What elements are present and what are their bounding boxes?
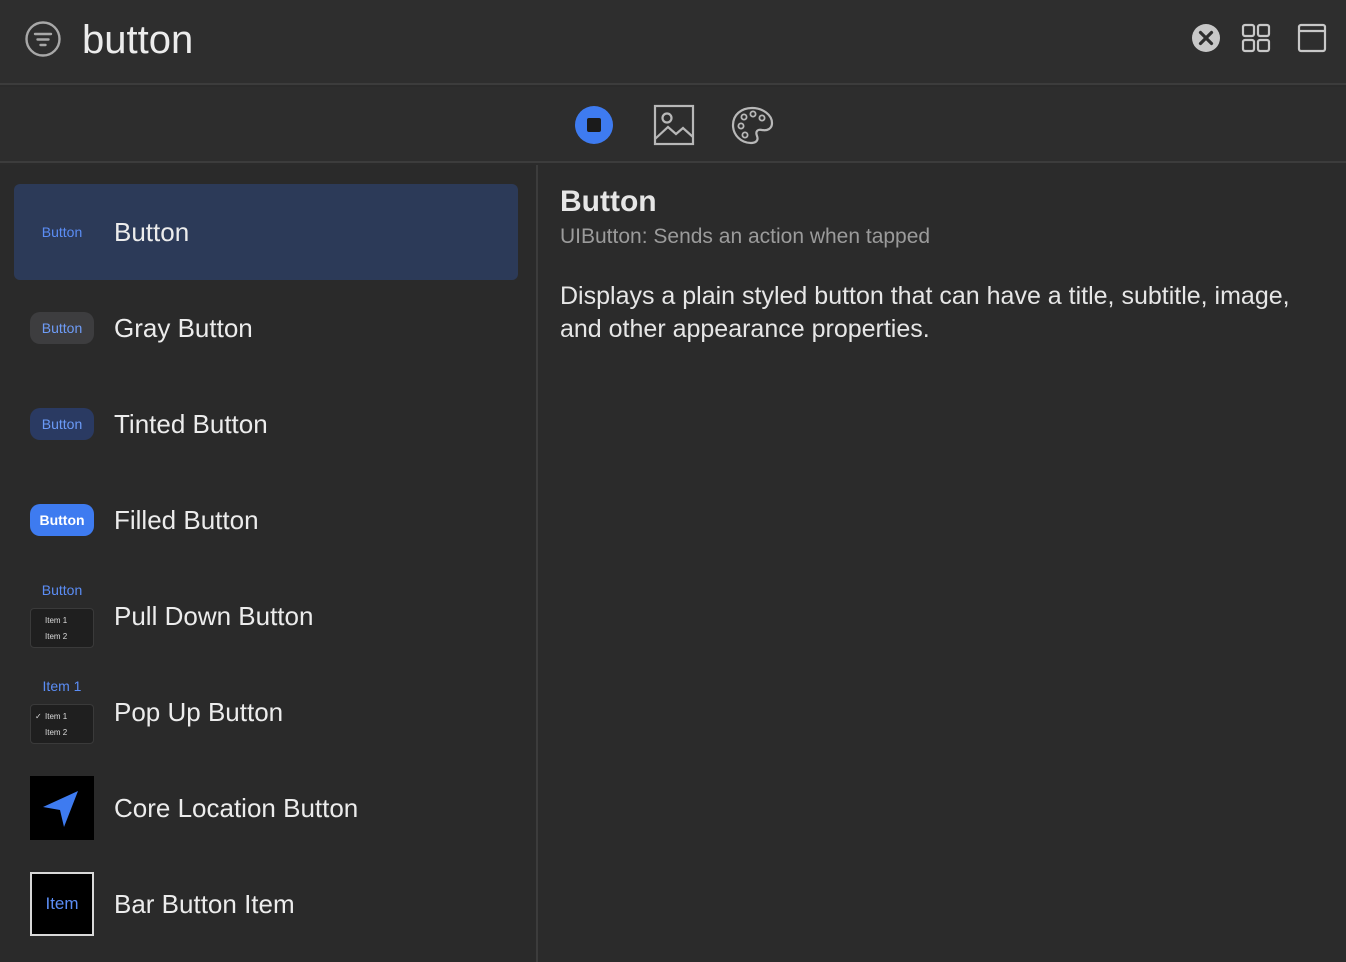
list-item-filled-button[interactable]: Button Filled Button [14, 472, 518, 568]
tinted-button-thumbnail: Button [30, 392, 94, 456]
objects-tab-icon[interactable] [572, 103, 616, 147]
detail-pane: Button UIButton: Sends an action when ta… [540, 165, 1346, 962]
checkmark-icon: ✓ [35, 712, 42, 721]
location-preview [30, 776, 94, 840]
colors-tab-icon[interactable] [730, 103, 774, 147]
gray-button-thumbnail: Button [30, 296, 94, 360]
list-item-label: Core Location Button [114, 793, 359, 823]
pull-down-title: Button [41, 582, 83, 598]
pop-up-button-thumbnail: Item 1 ✓ Item 1 Item 2 [30, 678, 94, 744]
list-item-label: Filled Button [114, 505, 259, 535]
gray-button-preview: Button [30, 312, 94, 344]
plain-button-preview: Button [41, 224, 83, 240]
menu-row: Item 1 [45, 616, 68, 625]
search-bar [0, 0, 1346, 85]
menu-row: Item 1 [45, 712, 68, 721]
list-item-pop-up-button[interactable]: Item 1 ✓ Item 1 Item 2 Pop Up Button [14, 664, 518, 760]
menu-row: Item 2 [45, 632, 68, 641]
list-item-label: Pop Up Button [114, 697, 284, 727]
detail-title: Button [560, 185, 657, 218]
list-item-bar-button-item[interactable]: Item Bar Button Item [14, 856, 518, 952]
library-window: Button Button Button Gray Button Button … [0, 0, 1346, 962]
bar-button-preview: Item [30, 872, 94, 936]
list-item-label: Bar Button Item [114, 889, 295, 919]
media-tab-icon[interactable] [652, 103, 696, 147]
list-item-tinted-button[interactable]: Button Tinted Button [14, 376, 518, 472]
core-location-thumbnail [30, 776, 94, 840]
pull-down-menu-preview: Item 1 Item 2 [30, 608, 94, 648]
grid-view-icon[interactable] [1240, 22, 1272, 54]
location-arrow-icon [43, 791, 78, 827]
detail-description: Displays a plain styled button that can … [560, 282, 1290, 343]
list-item-label: Gray Button [114, 313, 253, 343]
button-thumbnail: Button [30, 200, 94, 264]
window-icon[interactable] [1296, 22, 1328, 54]
clear-search-icon[interactable] [1190, 22, 1222, 54]
pop-up-title: Item 1 [42, 678, 82, 694]
list-item-label: Button [114, 217, 190, 247]
list-item-button[interactable]: Button Button [14, 184, 518, 280]
list-item-label: Pull Down Button [114, 601, 314, 631]
detail-subtitle: UIButton: Sends an action when tapped [560, 225, 931, 248]
pop-up-menu-preview: ✓ Item 1 Item 2 [30, 704, 94, 744]
menu-row: Item 2 [45, 728, 68, 737]
search-input[interactable] [82, 12, 1082, 68]
filled-button-thumbnail: Button [30, 488, 94, 552]
bar-button-thumbnail: Item [30, 872, 94, 936]
filled-button-preview: Button [30, 504, 94, 536]
pull-down-button-thumbnail: Button Item 1 Item 2 [30, 582, 94, 648]
list-item-pull-down-button[interactable]: Button Item 1 Item 2 Pull Down Button [14, 568, 518, 664]
list-item-core-location-button[interactable]: Core Location Button [14, 760, 518, 856]
list-item-gray-button[interactable]: Button Gray Button [14, 280, 518, 376]
list-item-label: Tinted Button [114, 409, 268, 439]
filter-icon[interactable] [24, 20, 62, 58]
tinted-button-preview: Button [30, 408, 94, 440]
library-tabs [0, 87, 1346, 163]
library-item-list: Button Button Button Gray Button Button … [0, 165, 538, 962]
